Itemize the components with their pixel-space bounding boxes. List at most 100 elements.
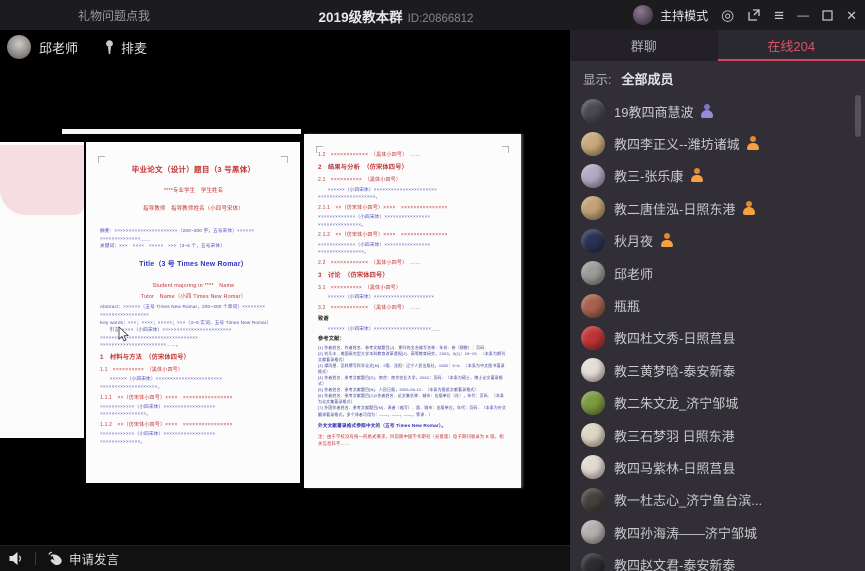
doc-line: [3] 谭丙煜．怎样撰写科学论文[M]．2版．沈阳：辽宁人民出版社，1982：5… [318,363,508,375]
doc-line: ××××××××××××××××。 [318,248,508,256]
doc-line: ××××××（小四宋体）××××××××××××××××××××××× [100,375,287,383]
doc-line: ×××××××××××××××××××××××……。 [100,341,287,349]
group-id: ID:20866812 [408,13,474,25]
filter-label: 显示: [583,69,611,88]
group-title: 2019级教本群 ID:20866812 [319,6,474,27]
member-avatar [581,229,605,253]
member-name: 教四孙海涛——济宁邹城 [614,523,757,542]
doc-line: ×××××××××××××（小四宋体）×××××××××××××××× [318,213,508,221]
tab-group-chat[interactable]: 群聊 [570,30,718,61]
member-name: 教一杜志心_济宁鱼台滨... [614,490,762,509]
gift-link[interactable]: 礼物问题点我 [78,7,150,24]
member-row[interactable]: 教四李正义--潍坊诸城 [570,127,865,159]
member-avatar [581,358,605,382]
member-row[interactable]: 教一杜志心_济宁鱼台滨... [570,484,865,516]
member-avatar [581,132,605,156]
member-avatar [581,326,605,350]
member-name: 19教四商慧波 [614,102,693,121]
doc-line: 摘要：××××××××××××××××××××××（200~300 字，五号宋体… [100,227,287,235]
titlebar: 礼物问题点我 2019级教本群 ID:20866812 主持模式 ◎ ≡ — ✕ [0,0,865,30]
record-icon[interactable]: ◎ [721,8,734,23]
scrollbar-thumb[interactable] [855,95,861,137]
presenter-name: 邱老师 [39,38,78,57]
member-row[interactable]: 教三石梦羽 日照东港 [570,419,865,451]
tab-online-members[interactable]: 在线204 [718,30,865,61]
member-row[interactable]: 邱老师 [570,257,865,289]
member-row[interactable]: 教三-张乐康 [570,160,865,192]
doc-line: 1 材料与方法 （仿宋体四号） [100,353,287,363]
doc-page-left: 毕业论文（设计）题目（3 号黑体）****专业学生 学生姓名指导教师 指导教师姓… [86,142,300,483]
member-row[interactable]: 教四孙海涛——济宁邹城 [570,516,865,548]
doc-line: ××××××××××××××＿＿ [100,235,287,243]
member-status-icon [700,104,713,119]
doc-line: 关键词：××× ×××× ××××× ×××（3~5 个，五号宋体） [100,242,287,250]
doc-line: [7] 外国作者姓名．参考文献题目[M]．译者（缩写）．版．城市：出版单位，年代… [318,405,508,417]
doc-line: 2.1.2 ××（仿宋体小四号）×××× ××××××××××××××× [318,231,508,239]
doc-line: 2 结果与分析 （仿宋体四号） [318,163,508,173]
popout-icon[interactable] [747,8,761,22]
member-row[interactable]: 教二朱文龙_济宁邹城 [570,387,865,419]
doc-line: ××××××（小四宋体）××××××××××××××××××××＿＿ [318,325,508,333]
doc-line: 参考文献： [318,335,508,344]
doc-line [100,179,287,185]
member-avatar [581,488,605,512]
close-icon[interactable]: ✕ [846,9,857,22]
member-filter-row: 显示: 全部成员 [570,61,865,95]
mic-queue-button[interactable]: 排麦 [104,38,147,57]
member-avatar [581,553,605,571]
member-avatar [581,261,605,285]
maximize-icon[interactable] [822,10,833,21]
doc-line: [6] 作者姓名．参考文献题目[C]//作者姓名．论文集名称．城市：出版单位（社… [318,393,508,405]
request-speak-label: 申请发言 [69,549,119,568]
member-avatar [581,196,605,220]
member-row[interactable]: 19教四商慧波 [570,95,865,127]
member-name: 教三黄梦晗-泰安新泰 [614,361,735,380]
presenter-avatar[interactable] [7,35,31,59]
sidebar: 群聊 在线204 显示: 全部成员 19教四商慧波教四李正义--潍坊诸城教三-张… [570,30,865,571]
member-status-icon [660,233,673,248]
stage-bottom-bar: 申请发言 [0,545,570,571]
member-row[interactable]: 秋月夜 [570,225,865,257]
minimize-icon[interactable]: — [797,9,809,21]
host-mode-label[interactable]: 主持模式 [660,7,708,24]
doc-line: Tutor Name（小四 Times New Romar） [100,293,287,302]
doc-line: Abstract：××××××（五号 Times New Romar，200~3… [100,303,287,311]
user-avatar[interactable] [633,5,653,25]
member-row[interactable]: 教四赵文君-泰安新泰 [570,548,865,571]
doc-line: 致谢 [318,315,508,324]
filter-value-dropdown[interactable]: 全部成员 [621,69,673,88]
member-row[interactable]: 教三黄梦晗-泰安新泰 [570,354,865,386]
doc-line: ××××××××××××（小四宋体）×××××××××××××××××× [100,430,287,438]
member-row[interactable]: 教四马紫林-日照莒县 [570,451,865,483]
doc-page-left-content: 毕业论文（设计）题目（3 号黑体）****专业学生 学生姓名指导教师 指导教师姓… [86,142,300,451]
member-avatar [581,164,605,188]
member-row[interactable]: 瓶瓶 [570,289,865,321]
presenter-row: 邱老师 排麦 [7,35,147,59]
member-row[interactable]: 教二唐佳泓-日照东港 [570,192,865,224]
member-name: 瓶瓶 [614,296,640,315]
member-avatar [581,520,605,544]
member-row[interactable]: 教四杜文秀-日照莒县 [570,322,865,354]
member-name: 教四马紫林-日照莒县 [614,458,735,477]
doc-line: [2] 刘凡丰．美国研究型大学本科教育改革透视[J]．高等教育研究，2003，5… [318,351,508,363]
group-name: 2019级教本群 [319,10,403,25]
microphone-icon [104,40,115,55]
main-area: 邱老师 排麦 毕业论文（设计）题目（3 号黑体）****专业学生 学生姓名指导教… [0,30,865,571]
doc-line: 3 讨论 （仿宋体四号） [318,271,508,281]
doc-line: ****专业学生 学生姓名 [100,187,287,196]
member-list: 19教四商慧波教四李正义--潍坊诸城教三-张乐康教二唐佳泓-日照东港秋月夜邱老师… [570,95,865,571]
doc-line: ××××××××××××××。 [100,438,287,446]
doc-line: ××××××××××××××××。 [100,410,287,418]
divider [35,552,36,565]
request-speak-button[interactable]: 申请发言 [47,549,119,568]
titlebar-controls: 主持模式 ◎ ≡ — ✕ [633,0,857,30]
speaker-icon[interactable] [8,551,25,566]
doc-line: 2.2 ×××××××××××× （黑体小四号） …… [318,259,508,267]
doc-line: ××××××××××××××××× [100,311,287,319]
doc-line: ××××××（小四宋体）××××××××××××××××××××× [318,293,508,301]
doc-line: 1.1.2 ××（仿宋体小四号）×××× ×××××××××××××××× [100,421,287,429]
member-name: 秋月夜 [614,231,653,250]
menu-icon[interactable]: ≡ [774,7,784,24]
member-name: 邱老师 [614,264,653,283]
doc-line: ××××××××××××（小四宋体）×××××××××××××××××× [100,403,287,411]
